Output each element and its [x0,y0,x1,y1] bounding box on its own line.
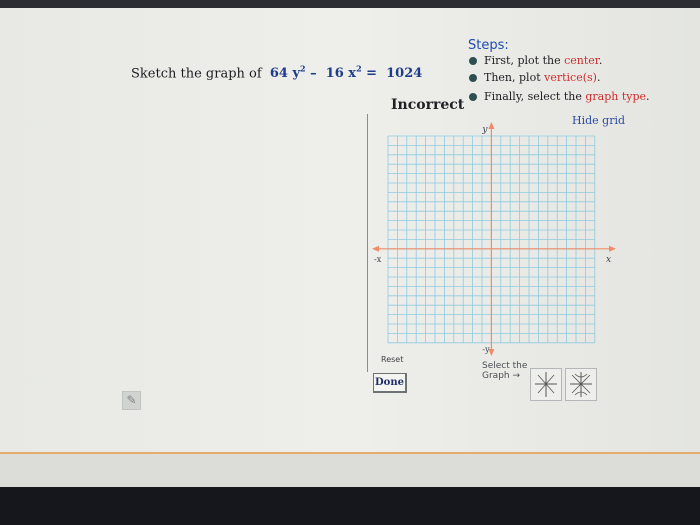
ellipse-axes-icon [535,372,557,397]
prompt-text: Sketch the graph of [131,66,262,82]
select-graph-label: Select the Graph → [482,361,527,381]
equation-var-1: y [292,66,300,82]
step-2-suffix: . [596,71,601,84]
equation-term-1: 64 [269,66,288,82]
equation-exp-1: 2 [300,64,306,74]
steps-title: Steps: [468,38,509,53]
neg-x-axis-label: -x [374,255,382,264]
equation-equals: = [366,66,378,82]
feedback-incorrect: Incorrect [391,97,465,113]
pencil-icon[interactable]: ✎ [122,391,141,410]
x-axis-arrow-right-icon [609,245,616,252]
problem-prompt: Sketch the graph of 64 y2 – 16 x2 = 1024 [131,64,422,81]
hyperbola-axes-icon [570,372,592,397]
step-3-suffix: . [646,90,650,103]
hyperbola-graph-type-button[interactable] [565,368,597,401]
bullet-icon [469,57,477,65]
step-1: First, plot the center. [469,54,602,67]
step-3: Finally, select the graph type. [469,90,650,103]
equation-operator: – [310,66,317,82]
step-1-suffix: . [598,54,603,67]
step-1-prefix: First, plot the [484,54,565,67]
panel-footer [0,454,700,487]
coordinate-graph[interactable]: y x -x -y [372,120,618,360]
step-2: Then, plot vertice(s). [469,71,600,84]
reset-button[interactable]: Reset [381,355,403,364]
screen-bottom-bezel [0,487,700,525]
ellipse-graph-type-button[interactable] [530,368,562,401]
bullet-icon [469,93,477,101]
equation-rhs: 1024 [386,66,423,82]
step-3-highlight: graph type [585,90,647,103]
select-graph-line-1: Select the [482,361,528,371]
select-graph-line-2: Graph → [482,371,521,381]
x-axis-label: x [606,255,611,265]
bullet-icon [469,74,477,82]
equation: 64 y2 – 16 x2 = 1024 [269,64,423,82]
equation-exp-2: 2 [356,64,362,74]
x-axis-arrow-left-icon [372,245,379,252]
step-3-prefix: Finally, select the [484,90,586,103]
equation-term-2: 16 [325,66,344,82]
y-axis-label: y [481,125,488,135]
step-2-highlight: vertice(s) [544,71,597,84]
step-2-prefix: Then, plot [484,71,545,84]
done-button[interactable]: Done [373,373,407,393]
top-edge-strip [0,0,700,8]
neg-y-axis-label: -y [482,345,490,354]
equation-var-2: x [348,66,357,82]
step-1-highlight: center [564,54,599,67]
y-axis-arrow-up-icon [488,122,495,129]
graph-panel-divider [367,114,368,372]
